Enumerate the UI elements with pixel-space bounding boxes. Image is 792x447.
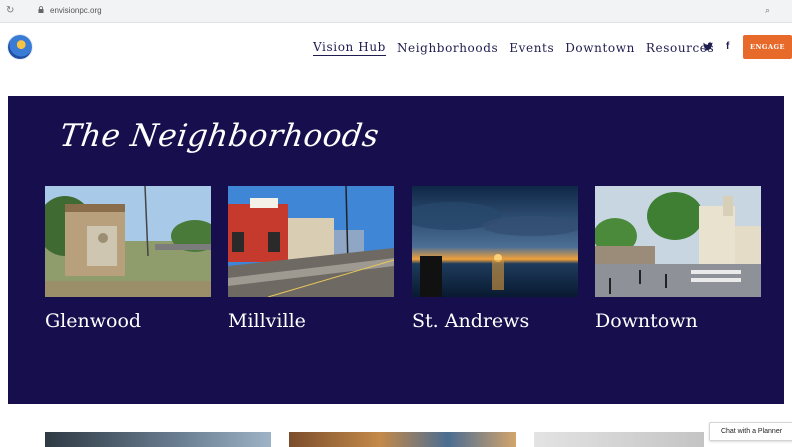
neighborhood-card-downtown[interactable]: Downtown (593, 186, 761, 332)
reload-icon[interactable]: ↻ (6, 5, 14, 16)
browser-address-bar: ↻ envisionpc.org ⌕ (0, 0, 792, 23)
facebook-icon[interactable]: f (726, 41, 729, 52)
section-title: The Neighborhoods (57, 118, 382, 154)
millville-photo[interactable] (228, 185, 395, 298)
downtown-photo[interactable] (593, 186, 761, 297)
article-thumbnail[interactable] (534, 432, 704, 447)
neighborhood-card-st-andrews[interactable]: St. Andrews (402, 186, 582, 332)
chat-with-planner-button[interactable]: Chat with a Planner (709, 422, 792, 441)
nav-events[interactable]: Events (509, 41, 554, 55)
neighborhoods-section: The Neighborhoods Glenwood Millville St.… (8, 96, 784, 404)
site-logo[interactable] (8, 35, 32, 59)
zoom-icon[interactable]: ⌕ (765, 5, 770, 16)
neighborhood-card-glenwood[interactable]: Glenwood (37, 185, 219, 332)
neighborhood-name[interactable]: Glenwood (45, 310, 141, 332)
article-thumbnail[interactable] (289, 432, 516, 447)
main-nav: Vision Hub Neighborhoods Events Downtown… (313, 40, 714, 56)
neighborhood-name[interactable]: Downtown (595, 310, 698, 332)
st-andrews-photo[interactable] (402, 186, 582, 297)
neighborhood-name[interactable]: Millville (228, 310, 306, 332)
twitter-icon[interactable] (703, 42, 713, 51)
engage-button[interactable]: ENGAGE (743, 35, 792, 59)
glenwood-photo[interactable] (37, 185, 219, 297)
website: Vision Hub Neighborhoods Events Downtown… (0, 23, 792, 447)
neighborhood-card-millville[interactable]: Millville (228, 185, 395, 332)
article-thumbnail[interactable] (45, 432, 271, 447)
nav-vision-hub[interactable]: Vision Hub (313, 40, 386, 56)
nav-neighborhoods[interactable]: Neighborhoods (397, 41, 498, 55)
neighborhood-name[interactable]: St. Andrews (412, 310, 529, 332)
url-text[interactable]: envisionpc.org (50, 6, 102, 15)
nav-downtown[interactable]: Downtown (565, 41, 635, 55)
lock-icon (38, 6, 44, 13)
